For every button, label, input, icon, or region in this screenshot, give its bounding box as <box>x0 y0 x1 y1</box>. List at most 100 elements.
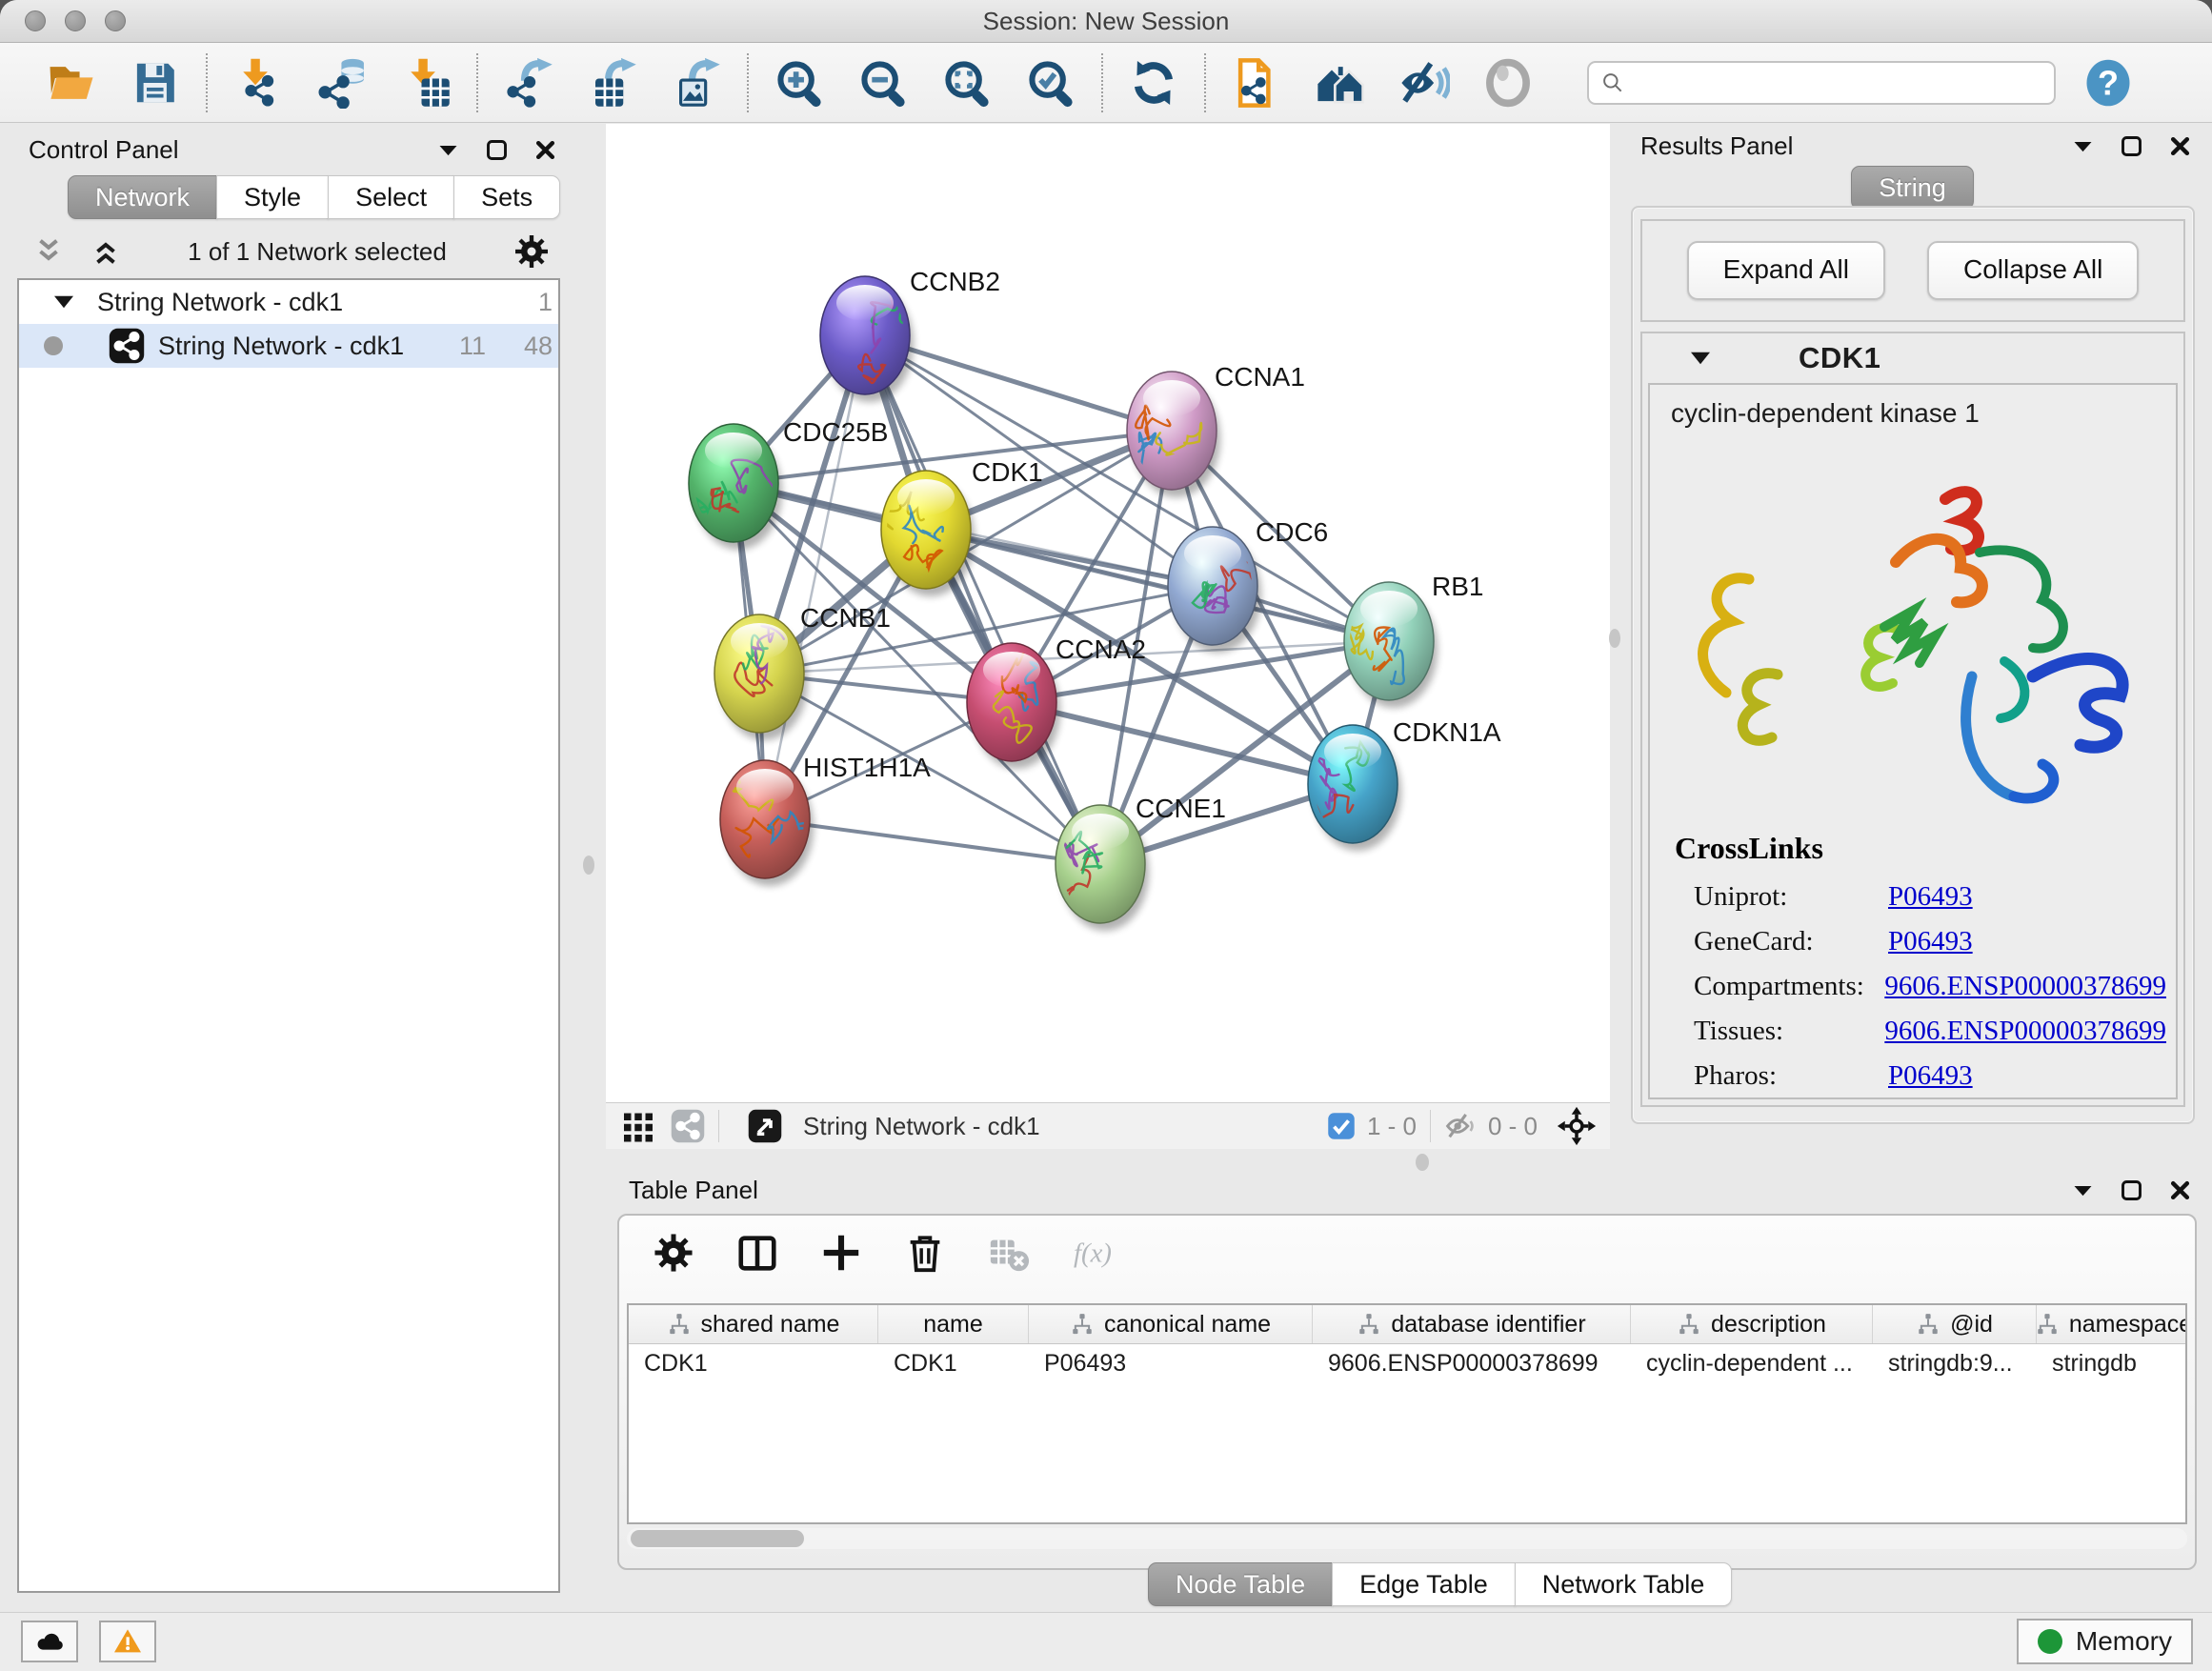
panel-float-icon[interactable] <box>2119 1178 2144 1203</box>
table-horizontal-scrollbar[interactable] <box>627 1528 2187 1549</box>
table-cell[interactable]: 9606.ENSP00000378699 <box>1313 1344 1631 1384</box>
node-table[interactable]: shared namenamecanonical namedatabase id… <box>627 1303 2187 1524</box>
table-cell[interactable]: stringdb <box>2037 1344 2187 1384</box>
crosslink-row: GeneCard:P06493 <box>1650 919 2166 964</box>
protein-description: cyclin-dependent kinase 1 <box>1650 385 2176 429</box>
scrollbar-thumb[interactable] <box>631 1530 804 1547</box>
expand-all-button[interactable]: Expand All <box>1687 241 1885 300</box>
column-header-namespace[interactable]: namespace <box>2037 1305 2187 1343</box>
column-header-id[interactable]: @id <box>1873 1305 2037 1343</box>
export-network-icon[interactable] <box>503 57 554 109</box>
eye-disabled-icon[interactable] <box>1482 57 1534 109</box>
crosslink-row: Tissues:9606.ENSP00000378699 <box>1650 1009 2166 1054</box>
table-tabs: Node TableEdge TableNetwork Table <box>1149 1562 1732 1606</box>
table-cell[interactable]: stringdb:9... <box>1873 1344 2037 1384</box>
collection-expand-icon[interactable] <box>50 288 78 316</box>
crosslink-value-link[interactable]: P06493 <box>1888 926 1973 957</box>
crosslink-label: Pharos: <box>1694 1060 1888 1092</box>
panel-close-icon[interactable] <box>533 137 558 163</box>
export-image-icon[interactable] <box>671 57 722 109</box>
tab-string[interactable]: String <box>1851 166 1974 210</box>
network-canvas[interactable]: CCNB2CCNA1CDC25BCDK1CDC6RB1CCNB1CCNA2CDK… <box>606 124 1610 1103</box>
table-cell[interactable]: CDK1 <box>878 1344 1029 1384</box>
save-session-icon[interactable] <box>130 57 181 109</box>
table-cell[interactable]: CDK1 <box>629 1344 878 1384</box>
tab-style[interactable]: Style <box>216 175 329 219</box>
zoom-out-icon[interactable] <box>857 57 909 109</box>
crosslink-value-link[interactable]: 9606.ENSP00000378699 <box>1884 1016 2166 1047</box>
tab-network-table[interactable]: Network Table <box>1515 1562 1733 1606</box>
main-toolbar: ? <box>0 43 2212 123</box>
panel-float-icon[interactable] <box>484 137 510 163</box>
graph-node-HIST1H1A <box>720 760 814 886</box>
zoom-in-icon[interactable] <box>774 57 825 109</box>
column-header-name[interactable]: name <box>878 1305 1029 1343</box>
help-icon[interactable]: ? <box>2082 56 2134 110</box>
panel-menu-icon[interactable] <box>2070 1178 2096 1203</box>
crosslink-value-link[interactable]: P06493 <box>1888 881 1973 913</box>
zoom-selected-icon[interactable] <box>1025 57 1076 109</box>
import-network-from-database-icon[interactable] <box>316 57 368 109</box>
crosslink-value-link[interactable]: 9606.ENSP00000378699 <box>1884 971 2166 1002</box>
table-settings-gear-icon[interactable] <box>652 1231 695 1275</box>
column-header-canonicalname[interactable]: canonical name <box>1029 1305 1313 1343</box>
panel-close-icon[interactable] <box>2167 1178 2193 1203</box>
add-column-icon[interactable] <box>819 1231 863 1275</box>
tab-select[interactable]: Select <box>328 175 454 219</box>
panel-close-icon[interactable] <box>2167 133 2193 159</box>
export-table-icon[interactable] <box>587 57 638 109</box>
home-icon[interactable] <box>1315 57 1366 109</box>
bottom-splitter-handle[interactable] <box>1416 1154 1429 1171</box>
eye-hidden-icon[interactable] <box>1398 57 1450 109</box>
tab-node-table[interactable]: Node Table <box>1148 1562 1333 1606</box>
table-cell[interactable]: cyclin-dependent ... <box>1631 1344 1873 1384</box>
document-share-icon[interactable] <box>1231 57 1282 109</box>
column-header-description[interactable]: description <box>1631 1305 1873 1343</box>
birdseye-view-icon[interactable] <box>748 1109 782 1143</box>
node-label-HIST1H1A: HIST1H1A <box>803 753 931 782</box>
tab-network[interactable]: Network <box>68 175 217 219</box>
grid-view-icon[interactable] <box>621 1109 655 1143</box>
tab-edge-table[interactable]: Edge Table <box>1332 1562 1516 1606</box>
fit-crosshair-icon[interactable] <box>1557 1106 1597 1146</box>
selected-checkbox-icon[interactable] <box>1327 1112 1356 1140</box>
cloud-status-button[interactable] <box>21 1621 78 1662</box>
crosslinks-heading: CrossLinks <box>1675 831 1823 866</box>
section-collapse-icon[interactable] <box>1686 344 1715 372</box>
delete-column-icon[interactable] <box>903 1231 947 1275</box>
zoom-fit-icon[interactable] <box>941 57 993 109</box>
warning-status-button[interactable] <box>99 1621 156 1662</box>
network-collection-row[interactable]: String Network - cdk1 1 <box>19 280 558 324</box>
network-options-gear-icon[interactable] <box>513 232 551 271</box>
right-splitter-handle[interactable] <box>1609 629 1620 648</box>
table-row[interactable]: CDK1CDK1P064939606.ENSP00000378699cyclin… <box>629 1344 2185 1384</box>
panel-menu-icon[interactable] <box>2070 133 2096 159</box>
split-columns-icon[interactable] <box>735 1231 779 1275</box>
crosslink-value-link[interactable]: P06493 <box>1888 1060 1973 1092</box>
column-header-sharedname[interactable]: shared name <box>629 1305 878 1343</box>
collapse-all-button[interactable]: Collapse All <box>1927 241 2139 300</box>
share-view-icon[interactable] <box>671 1109 705 1143</box>
column-header-databaseidentifier[interactable]: database identifier <box>1313 1305 1631 1343</box>
expand-collapse-bar: Expand All Collapse All <box>1640 219 2185 322</box>
import-table-icon[interactable] <box>400 57 452 109</box>
left-splitter-handle[interactable] <box>583 856 594 875</box>
search-input[interactable] <box>1625 63 2042 103</box>
hidden-eye-icon[interactable] <box>1444 1110 1477 1142</box>
tab-sets[interactable]: Sets <box>453 175 560 219</box>
search-field[interactable] <box>1587 61 2056 105</box>
collapse-all-icon[interactable] <box>32 235 65 268</box>
open-file-icon[interactable] <box>46 57 97 109</box>
expand-all-icon[interactable] <box>90 235 122 268</box>
panel-float-icon[interactable] <box>2119 133 2144 159</box>
table-cell[interactable]: P06493 <box>1029 1344 1313 1384</box>
import-network-icon[interactable] <box>232 57 284 109</box>
network-list-toolbar: 1 of 1 Network selected <box>8 231 572 272</box>
memory-button[interactable]: Memory <box>2017 1619 2193 1664</box>
panel-menu-icon[interactable] <box>435 137 461 163</box>
network-row-selected[interactable]: String Network - cdk1 11 48 <box>19 324 558 368</box>
network-view[interactable]: CCNB2CCNA1CDC25BCDK1CDC6RB1CCNB1CCNA2CDK… <box>606 124 1610 1149</box>
refresh-network-icon[interactable] <box>1128 57 1179 109</box>
column-type-icon <box>1677 1312 1701 1337</box>
column-type-icon <box>1916 1312 1941 1337</box>
